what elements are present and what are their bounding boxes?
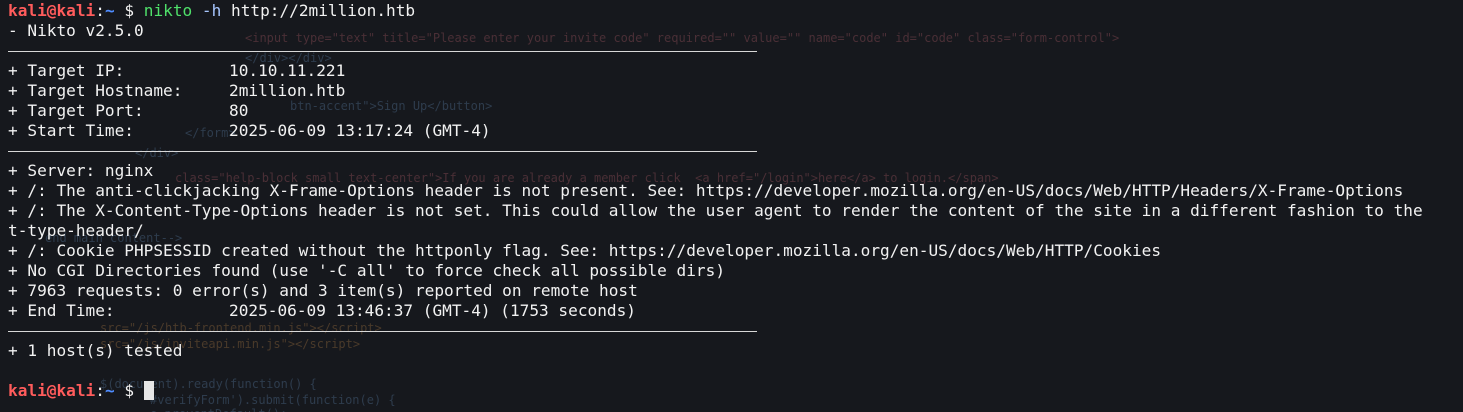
prompt-path: ~: [104, 1, 115, 20]
finding-line: + /: The anti-clickjacking X-Frame-Optio…: [8, 181, 1404, 200]
prompt-dollar: $: [124, 381, 135, 400]
target-port-value: 80: [229, 101, 249, 120]
finding-line: + /: Cookie PHPSESSID created without th…: [8, 241, 1162, 260]
separator-rule: [8, 141, 1463, 161]
command-flag: -h: [201, 1, 222, 20]
command-line: kali@kali:~ $ nikto -h http://2million.h…: [8, 1, 1463, 21]
prompt-host: kali: [56, 381, 96, 400]
prompt-user: kali: [8, 381, 47, 400]
command-program: nikto: [143, 1, 193, 20]
end-time-line: + End Time: 2025-06-09 13:46:37 (GMT-4) (…: [8, 301, 1463, 321]
start-time-value: 2025-06-09 13:17:24 (GMT-4): [229, 121, 491, 140]
nikto-banner: - Nikto v2.5.0: [8, 21, 144, 40]
terminal-window[interactable]: <input type="text" title="Please enter y…: [0, 0, 1463, 412]
start-time-line: + Start Time: 2025-06-09 13:17:24 (GMT-4): [8, 121, 1463, 141]
end-time-value: 2025-06-09 13:46:37 (GMT-4) (1753 second…: [229, 301, 636, 320]
prompt-user: kali: [8, 1, 47, 20]
prompt-dollar: $: [124, 1, 135, 20]
target-ip-label: + Target IP:: [8, 61, 125, 80]
text-cursor[interactable]: [143, 381, 154, 400]
prompt-colon: :: [95, 381, 105, 400]
active-prompt-line[interactable]: kali@kali:~ $: [8, 381, 1463, 401]
start-time-label: + Start Time:: [8, 121, 134, 140]
end-time-label: + End Time:: [8, 301, 115, 320]
target-hostname-label: + Target Hostname:: [8, 81, 183, 100]
target-port-label: + Target Port:: [8, 101, 144, 120]
target-hostname-line: + Target Hostname: 2million.htb: [8, 81, 1463, 101]
finding-line: + Server: nginx: [8, 161, 154, 180]
summary-line: + 1 host(s) tested: [8, 341, 183, 360]
finding-line: + 7963 requests: 0 error(s) and 3 item(s…: [8, 281, 638, 300]
target-port-line: + Target Port: 80: [8, 101, 1463, 121]
prompt-host: kali: [56, 1, 96, 20]
finding-line: t-type-header/: [8, 221, 144, 240]
finding-line: + /: The X-Content-Type-Options header i…: [8, 201, 1423, 220]
prompt-at: @: [46, 381, 57, 400]
target-ip-line: + Target IP: 10.10.11.221: [8, 61, 1463, 81]
target-ip-value: 10.10.11.221: [229, 61, 346, 80]
command-argument: http://2million.htb: [231, 1, 416, 20]
terminal-output: kali@kali:~ $ nikto -h http://2million.h…: [8, 1, 1463, 401]
prompt-colon: :: [95, 1, 105, 20]
target-hostname-value: 2million.htb: [229, 81, 346, 100]
prompt-path: ~: [104, 381, 115, 400]
prompt-at: @: [46, 1, 57, 20]
separator-rule: [8, 41, 1463, 61]
separator-rule: [8, 321, 1463, 341]
finding-line: + No CGI Directories found (use '-C all'…: [8, 261, 726, 280]
